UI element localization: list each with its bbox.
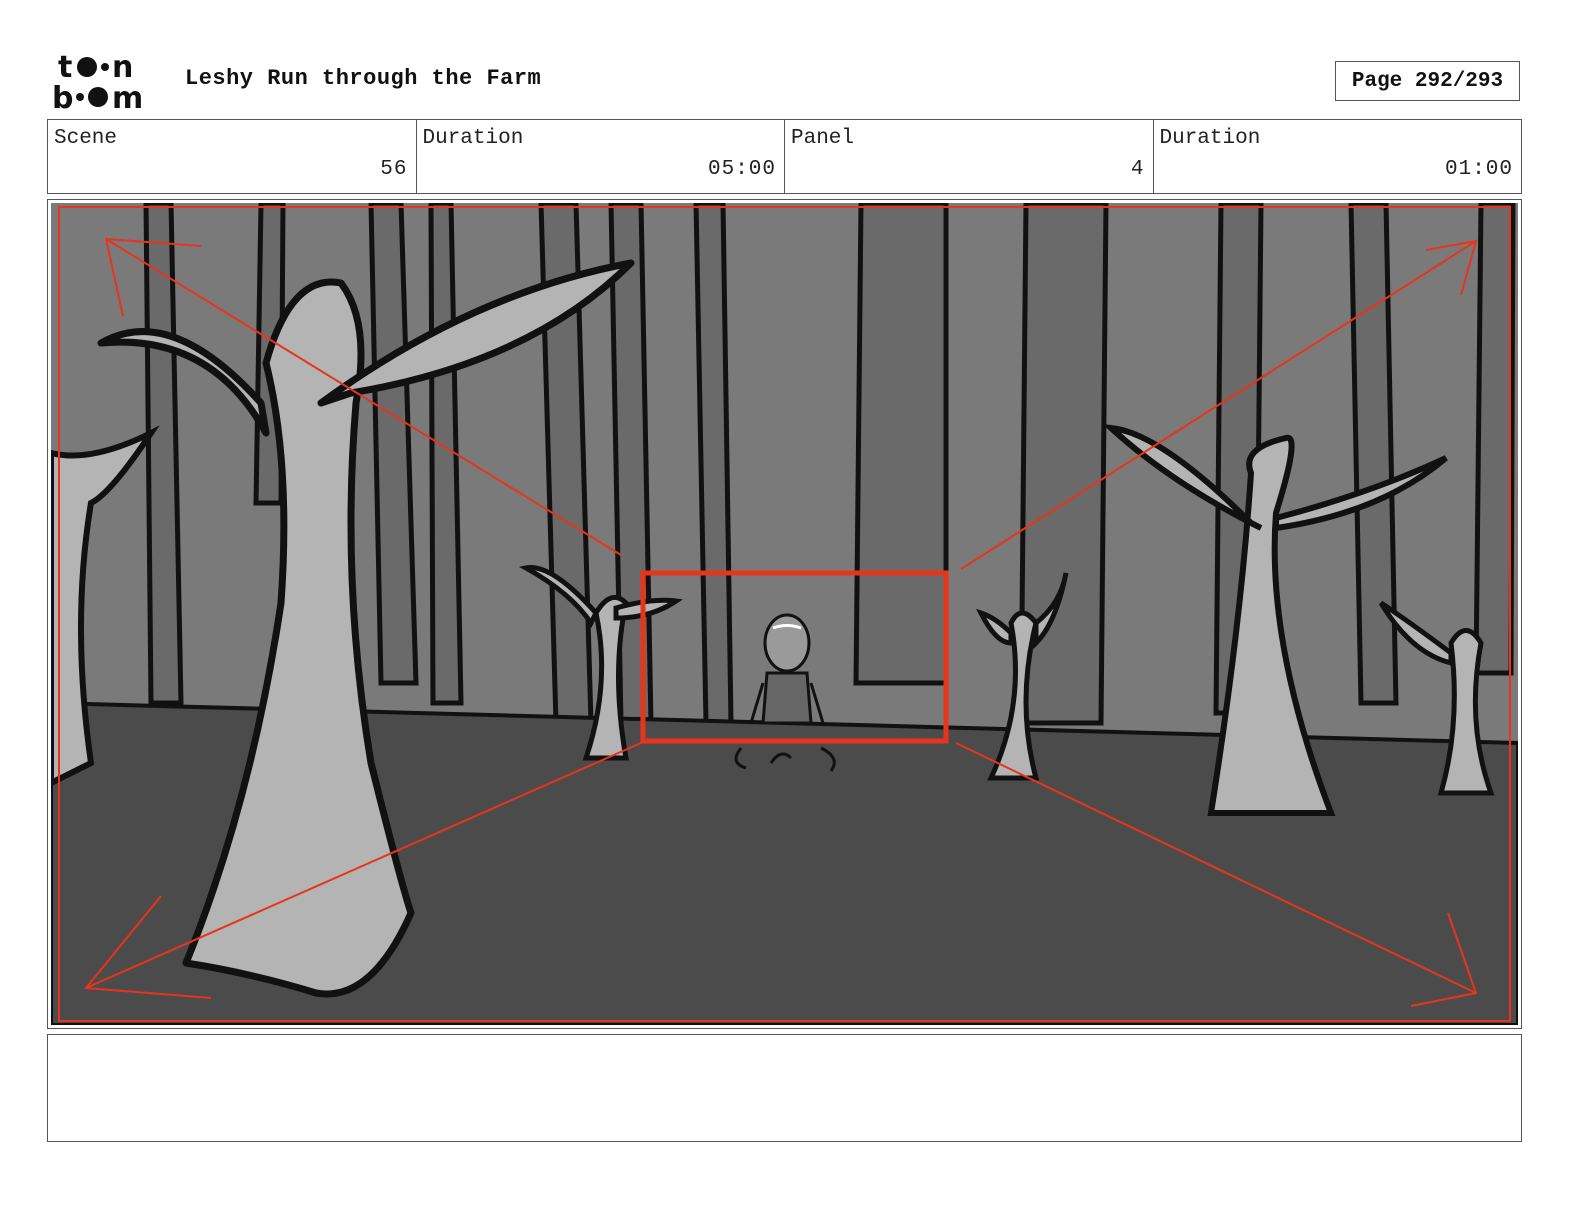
svg-text:n: n	[112, 50, 133, 85]
storyboard-panel-image	[51, 203, 1518, 1025]
panel-label: Panel	[791, 127, 855, 150]
scene-value: 56	[380, 158, 408, 181]
svg-text:m: m	[112, 81, 143, 112]
panel-notes	[47, 1034, 1522, 1142]
scene-info-table: Scene 56 Duration 05:00 Panel 4 Duration…	[47, 119, 1522, 194]
panel-cell: Panel 4	[785, 120, 1154, 193]
scene-duration-cell: Duration 05:00	[417, 120, 785, 193]
scene-label: Scene	[54, 127, 118, 150]
scene-cell: Scene 56	[48, 120, 417, 193]
panel-duration-value: 01:00	[1444, 158, 1513, 181]
svg-text:t: t	[58, 50, 72, 85]
svg-text:b: b	[52, 81, 73, 112]
panel-duration-label: Duration	[1159, 127, 1261, 150]
panel-duration-cell: Duration 01:00	[1154, 120, 1522, 193]
storyboard-title: Leshy Run through the Farm	[185, 66, 542, 91]
toonboom-logo: t n b m	[52, 50, 143, 112]
page-indicator: Page 292/293	[1335, 61, 1520, 101]
scene-duration-value: 05:00	[707, 158, 776, 181]
scene-duration-label: Duration	[422, 127, 524, 150]
panel-value: 4	[1130, 158, 1145, 181]
